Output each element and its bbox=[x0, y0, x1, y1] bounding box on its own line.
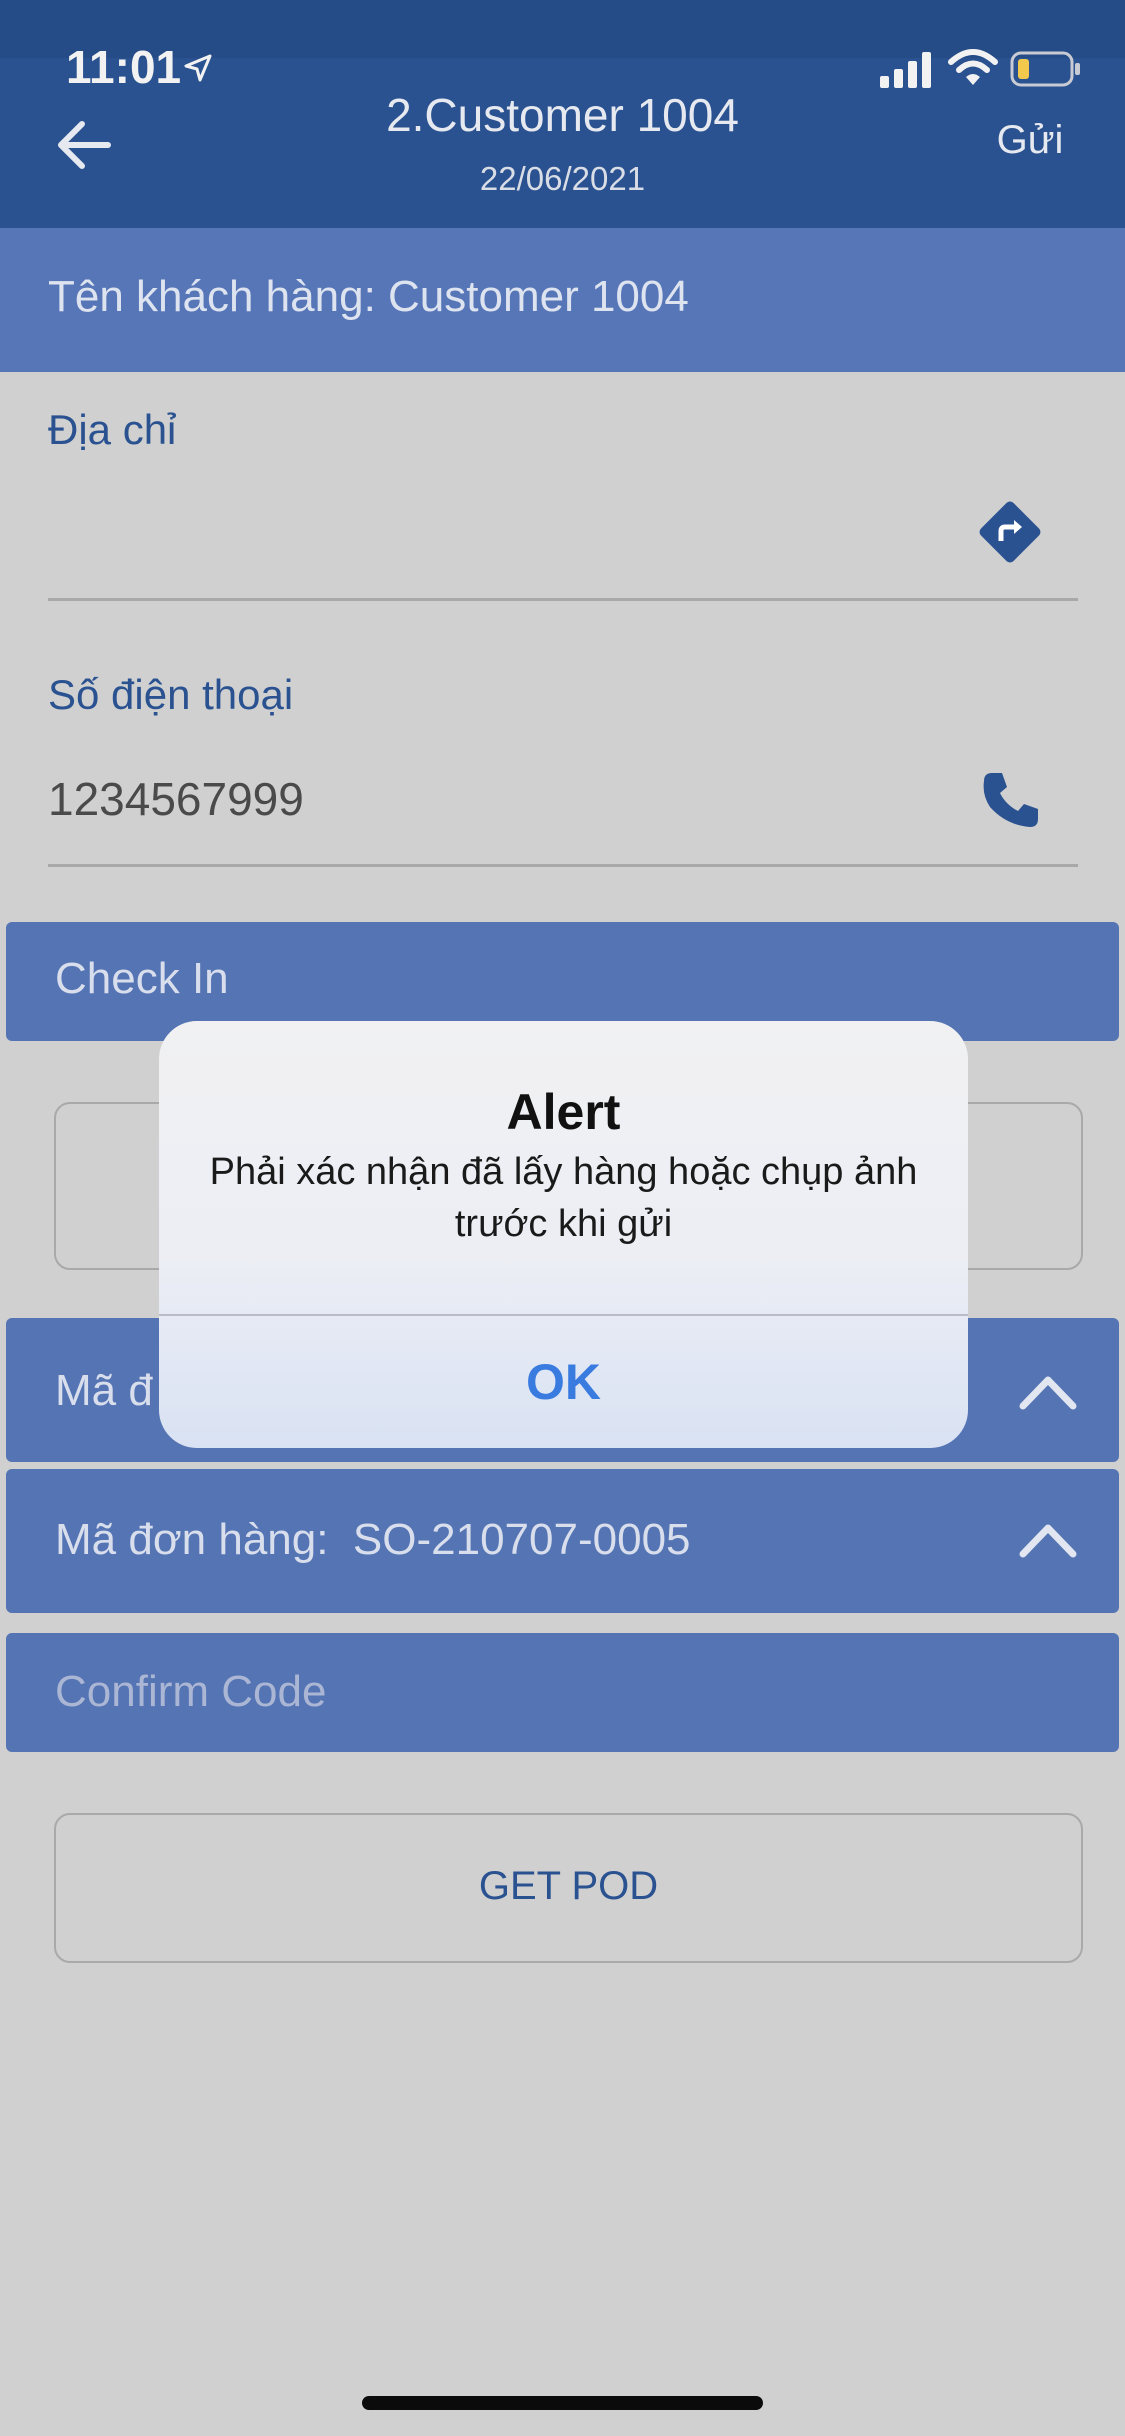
address-label: Địa chỉ bbox=[48, 406, 177, 453]
phone-underline bbox=[48, 864, 1078, 867]
confirm-code-placeholder: Confirm Code bbox=[55, 1667, 327, 1716]
alert-title: Alert bbox=[506, 1084, 621, 1140]
wifi-icon bbox=[948, 49, 998, 85]
page-title: 2.Customer 1004 bbox=[386, 89, 739, 141]
status-time: 11:01 bbox=[66, 41, 182, 93]
location-arrow-icon bbox=[184, 54, 212, 82]
home-indicator[interactable] bbox=[362, 2396, 763, 2410]
directions-icon[interactable] bbox=[975, 497, 1045, 567]
alert-ok-button[interactable]: OK bbox=[159, 1316, 968, 1448]
phone-number: 1234567999 bbox=[48, 773, 304, 825]
phone-call-icon[interactable] bbox=[978, 767, 1044, 833]
battery-low-icon bbox=[1010, 51, 1080, 87]
chevron-up-icon[interactable] bbox=[1015, 1370, 1081, 1414]
customer-name: Tên khách hàng: Customer 1004 bbox=[48, 272, 689, 321]
cellular-signal-icon bbox=[880, 52, 931, 88]
phone-label: Số điện thoại bbox=[48, 671, 294, 718]
check-in-label: Check In bbox=[55, 954, 229, 1003]
get-pod-label: GET POD bbox=[478, 1864, 659, 1908]
page-date: 22/06/2021 bbox=[479, 160, 646, 197]
alert-dialog: Alert Phải xác nhận đã lấy hàng hoặc chụ… bbox=[159, 1021, 968, 1448]
order-label-1: Mã đ bbox=[55, 1366, 153, 1415]
alert-message: Phải xác nhận đã lấy hàng hoặc chụp ảnh … bbox=[209, 1151, 918, 1245]
chevron-up-icon[interactable] bbox=[1015, 1518, 1081, 1562]
send-button[interactable]: Gửi bbox=[960, 118, 1100, 163]
address-underline bbox=[48, 598, 1078, 601]
order-label-2: Mã đơn hàng: SO-210707-0005 bbox=[55, 1515, 691, 1564]
